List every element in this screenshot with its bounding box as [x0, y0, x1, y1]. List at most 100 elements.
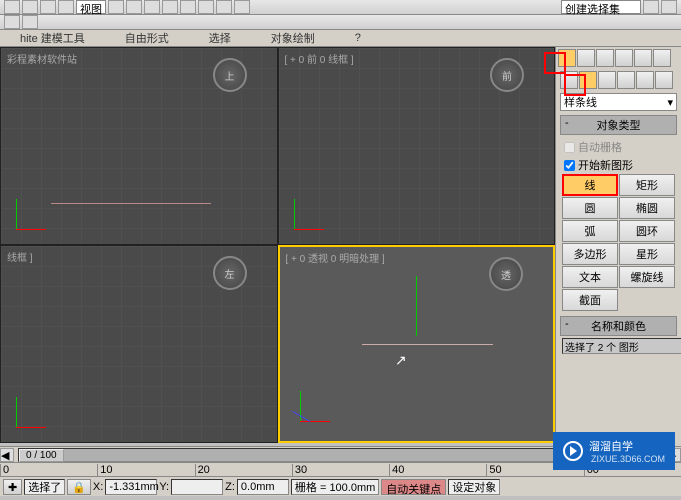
shapes-icon[interactable]	[579, 71, 597, 89]
viewports: 彩程素材软件站 上 [ + 0 前 0 线框 ] 前 线框 ] 左 [ + 0 …	[0, 47, 555, 446]
viewport-label: [ + 0 透视 0 明暗处理 ]	[286, 250, 385, 265]
tool-icon[interactable]	[180, 0, 196, 14]
x-coord-field[interactable]: -1.331mm	[105, 479, 157, 495]
create-category-row	[556, 69, 681, 91]
status-icon[interactable]: ✚	[3, 479, 22, 495]
viewport-front[interactable]: [ + 0 前 0 线框 ] 前	[278, 47, 556, 245]
autogrid-checkbox[interactable]	[564, 142, 575, 153]
status-bar: ✚ 选择了 🔒 X: -1.331mm Y: Z: 0.0mm 栅格 = 100…	[0, 476, 681, 496]
viewport-label: [ + 0 前 0 线框 ]	[285, 51, 354, 66]
ruler-tick: 10	[97, 464, 194, 476]
y-coord-field[interactable]	[171, 479, 223, 495]
watermark: 溜溜自学 ZIXUE.3D66.COM	[553, 432, 675, 470]
rollout-name-color-body	[560, 336, 677, 356]
modify-tab-icon[interactable]	[577, 49, 595, 67]
viewcube-icon[interactable]: 左	[213, 256, 247, 290]
tool-icon[interactable]	[643, 0, 659, 14]
motion-tab-icon[interactable]	[615, 49, 633, 67]
menu-help[interactable]: ?	[335, 30, 381, 46]
lock-icon[interactable]: 🔒	[67, 479, 91, 495]
autogrid-label: 自动栅格	[578, 139, 622, 155]
z-coord-field[interactable]: 0.0mm	[237, 479, 289, 495]
menu-modeling-tools[interactable]: hite 建模工具	[0, 28, 105, 48]
rectangle-button[interactable]: 矩形	[619, 174, 675, 196]
toolbar-top: 视图 创建选择集	[0, 0, 681, 15]
menu-freeform[interactable]: 自由形式	[105, 28, 189, 48]
ruler-tick: 20	[195, 464, 292, 476]
menu-object-paint[interactable]: 对象绘制	[251, 28, 335, 48]
tool-icon[interactable]	[198, 0, 214, 14]
section-button[interactable]: 截面	[562, 289, 618, 311]
tool-icon[interactable]	[40, 0, 56, 14]
watermark-sub: ZIXUE.3D66.COM	[591, 454, 665, 464]
tool-icon[interactable]	[22, 15, 38, 29]
viewcube-icon[interactable]: 上	[213, 58, 247, 92]
tool-icon[interactable]	[234, 0, 250, 14]
text-button[interactable]: 文本	[562, 266, 618, 288]
ribbon-menu: hite 建模工具 自由形式 选择 对象绘制 ?	[0, 30, 681, 47]
star-button[interactable]: 星形	[619, 243, 675, 265]
create-selection-set[interactable]: 创建选择集	[561, 0, 641, 14]
ruler-tick: 0	[0, 464, 97, 476]
tool-icon[interactable]	[108, 0, 124, 14]
chevron-down-icon: ▾	[667, 96, 673, 109]
arc-button[interactable]: 弧	[562, 220, 618, 242]
hierarchy-tab-icon[interactable]	[596, 49, 614, 67]
start-new-shape-checkbox[interactable]	[564, 160, 575, 171]
rollout-name-color[interactable]: 名称和颜色	[560, 316, 677, 336]
tool-icon[interactable]	[22, 0, 38, 14]
main-area: 彩程素材软件站 上 [ + 0 前 0 线框 ] 前 线框 ] 左 [ + 0 …	[0, 47, 681, 446]
combo-text: 样条线	[564, 94, 597, 110]
z-label: Z:	[225, 481, 235, 493]
y-label: Y:	[159, 481, 169, 493]
helix-button[interactable]: 螺旋线	[619, 266, 675, 288]
tool-icon[interactable]	[216, 0, 232, 14]
tool-icon[interactable]	[126, 0, 142, 14]
line-button[interactable]: 线	[562, 174, 618, 196]
object-type-buttons: 线 矩形 圆 椭圆 弧 圆环 多边形 星形 文本 螺旋线 截面	[562, 174, 675, 311]
viewport-top[interactable]: 彩程素材软件站 上	[0, 47, 278, 245]
prev-key-icon[interactable]: ◀	[0, 448, 14, 462]
rollout-object-type-body: 自动栅格 开始新图形 线 矩形 圆 椭圆 弧 圆环 多边形 星形 文本 螺旋线 …	[560, 135, 677, 314]
tool-icon[interactable]	[144, 0, 160, 14]
viewport-left[interactable]: 线框 ] 左	[0, 245, 278, 443]
auto-key-button[interactable]: 自动关键点	[381, 479, 446, 495]
x-label: X:	[93, 481, 103, 493]
grid-status: 栅格 = 100.0mm	[291, 479, 379, 495]
geometry-icon[interactable]	[560, 71, 578, 89]
object-name-input[interactable]	[562, 338, 681, 354]
ngon-button[interactable]: 多边形	[562, 243, 618, 265]
donut-button[interactable]: 圆环	[619, 220, 675, 242]
set-key-status: 设定对象	[448, 479, 500, 495]
lights-icon[interactable]	[598, 71, 616, 89]
time-thumb[interactable]: 0 / 100	[19, 449, 64, 462]
create-tab-icon[interactable]	[558, 49, 576, 67]
tool-icon[interactable]	[4, 15, 20, 29]
tool-icon[interactable]	[58, 0, 74, 14]
rollout-object-type[interactable]: 对象类型	[560, 115, 677, 135]
viewport-label: 线框 ]	[7, 249, 33, 264]
start-new-shape-label: 开始新图形	[578, 157, 633, 173]
ellipse-button[interactable]: 椭圆	[619, 197, 675, 219]
tool-icon[interactable]	[4, 0, 20, 14]
play-icon	[563, 441, 583, 461]
viewcube-icon[interactable]: 透	[489, 257, 523, 291]
viewport-perspective[interactable]: [ + 0 透视 0 明暗处理 ] 透	[278, 245, 556, 443]
helpers-icon[interactable]	[636, 71, 654, 89]
watermark-title: 溜溜自学	[589, 438, 665, 454]
ruler-tick: 40	[389, 464, 486, 476]
shape-type-combo[interactable]: 样条线 ▾	[560, 93, 677, 111]
menu-selection[interactable]: 选择	[189, 28, 251, 48]
viewcube-icon[interactable]: 前	[490, 58, 524, 92]
viewport-label: 彩程素材软件站	[7, 51, 77, 66]
circle-button[interactable]: 圆	[562, 197, 618, 219]
view-dropdown[interactable]: 视图	[76, 0, 106, 14]
command-panel-tabs	[556, 47, 681, 69]
spacewarps-icon[interactable]	[655, 71, 673, 89]
ruler-tick: 30	[292, 464, 389, 476]
utilities-tab-icon[interactable]	[653, 49, 671, 67]
tool-icon[interactable]	[162, 0, 178, 14]
tool-icon[interactable]	[661, 0, 677, 14]
display-tab-icon[interactable]	[634, 49, 652, 67]
cameras-icon[interactable]	[617, 71, 635, 89]
